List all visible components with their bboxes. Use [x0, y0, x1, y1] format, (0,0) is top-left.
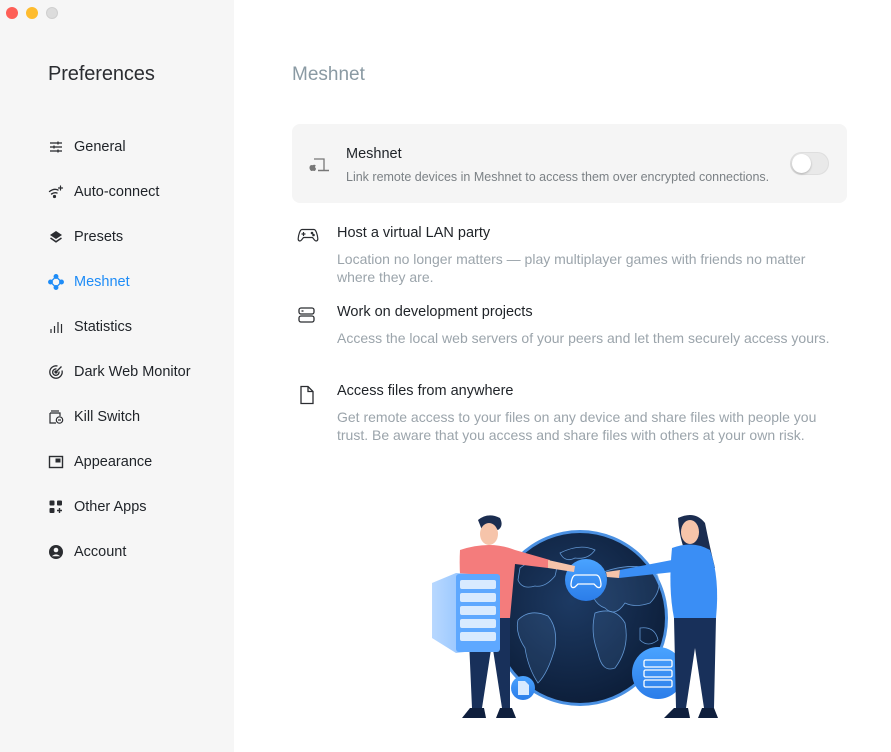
- file-icon: [297, 385, 317, 405]
- wifi-sparkle-icon: [48, 184, 64, 200]
- sidebar-item-label: Kill Switch: [74, 408, 141, 425]
- main-content: Meshnet Meshnet Link remote devices in M…: [234, 0, 891, 752]
- window-controls: [6, 7, 58, 19]
- meshnet-card: Meshnet Link remote devices in Meshnet t…: [292, 124, 847, 203]
- maximize-window-button[interactable]: [46, 7, 58, 19]
- sidebar-item-label: General: [74, 138, 126, 155]
- feature-description: Access the local web servers of your pee…: [337, 330, 830, 346]
- sidebar-item-label: Auto-connect: [74, 183, 160, 200]
- device-laptop-icon: [308, 157, 330, 173]
- feature-title: Work on development projects: [337, 304, 533, 320]
- meshnet-icon: [48, 273, 64, 290]
- sidebar-item-general[interactable]: General: [48, 124, 191, 169]
- sidebar-item-label: Meshnet: [74, 273, 130, 290]
- sidebar-item-appearance[interactable]: Appearance: [48, 439, 191, 484]
- sidebar-item-label: Presets: [74, 228, 124, 245]
- sidebar-title: Preferences: [48, 63, 155, 85]
- sidebar-item-label: Other Apps: [74, 498, 147, 515]
- feature-description: Location no longer matters — play multip…: [337, 251, 806, 285]
- gamepad-icon: [297, 227, 319, 245]
- sidebar-item-statistics[interactable]: Statistics: [48, 304, 191, 349]
- sidebar-item-other-apps[interactable]: Other Apps: [48, 484, 191, 529]
- close-window-button[interactable]: [6, 7, 18, 19]
- sidebar-item-label: Account: [74, 543, 127, 560]
- minimize-window-button[interactable]: [26, 7, 38, 19]
- sidebar-nav: General Auto-connect Presets Meshnet Sta…: [48, 124, 191, 574]
- sidebar-item-label: Statistics: [74, 318, 133, 335]
- meshnet-card-title: Meshnet: [346, 146, 402, 162]
- sidebar-item-label: Appearance: [74, 453, 153, 470]
- layers-icon: [48, 229, 64, 245]
- feature-description: Get remote access to your files on any d…: [337, 409, 817, 443]
- kill-switch-icon: [48, 409, 64, 425]
- page-title: Meshnet: [292, 64, 365, 85]
- sidebar-item-dark-web-monitor[interactable]: Dark Web Monitor: [48, 349, 191, 394]
- sidebar-item-meshnet[interactable]: Meshnet: [48, 259, 191, 304]
- sidebar-item-auto-connect[interactable]: Auto-connect: [48, 169, 191, 214]
- toggle-knob: [792, 154, 811, 173]
- sidebar-item-presets[interactable]: Presets: [48, 214, 191, 259]
- sidebar-item-label: Dark Web Monitor: [74, 363, 191, 380]
- meshnet-card-description: Link remote devices in Meshnet to access…: [346, 170, 770, 184]
- meshnet-toggle[interactable]: [790, 152, 829, 175]
- appearance-icon: [48, 454, 64, 470]
- feature-title: Access files from anywhere: [337, 383, 514, 399]
- sliders-icon: [48, 139, 64, 155]
- sidebar-item-account[interactable]: Account: [48, 529, 191, 574]
- feature-title: Host a virtual LAN party: [337, 225, 491, 241]
- bar-chart-icon: [48, 319, 64, 335]
- apps-grid-icon: [48, 499, 64, 515]
- server-icon: [297, 306, 317, 324]
- sidebar-item-kill-switch[interactable]: Kill Switch: [48, 394, 191, 439]
- radar-icon: [48, 364, 64, 380]
- account-icon: [48, 544, 64, 560]
- meshnet-globe-illustration: [410, 508, 740, 733]
- sidebar: Preferences General Auto-connect Presets…: [0, 0, 234, 752]
